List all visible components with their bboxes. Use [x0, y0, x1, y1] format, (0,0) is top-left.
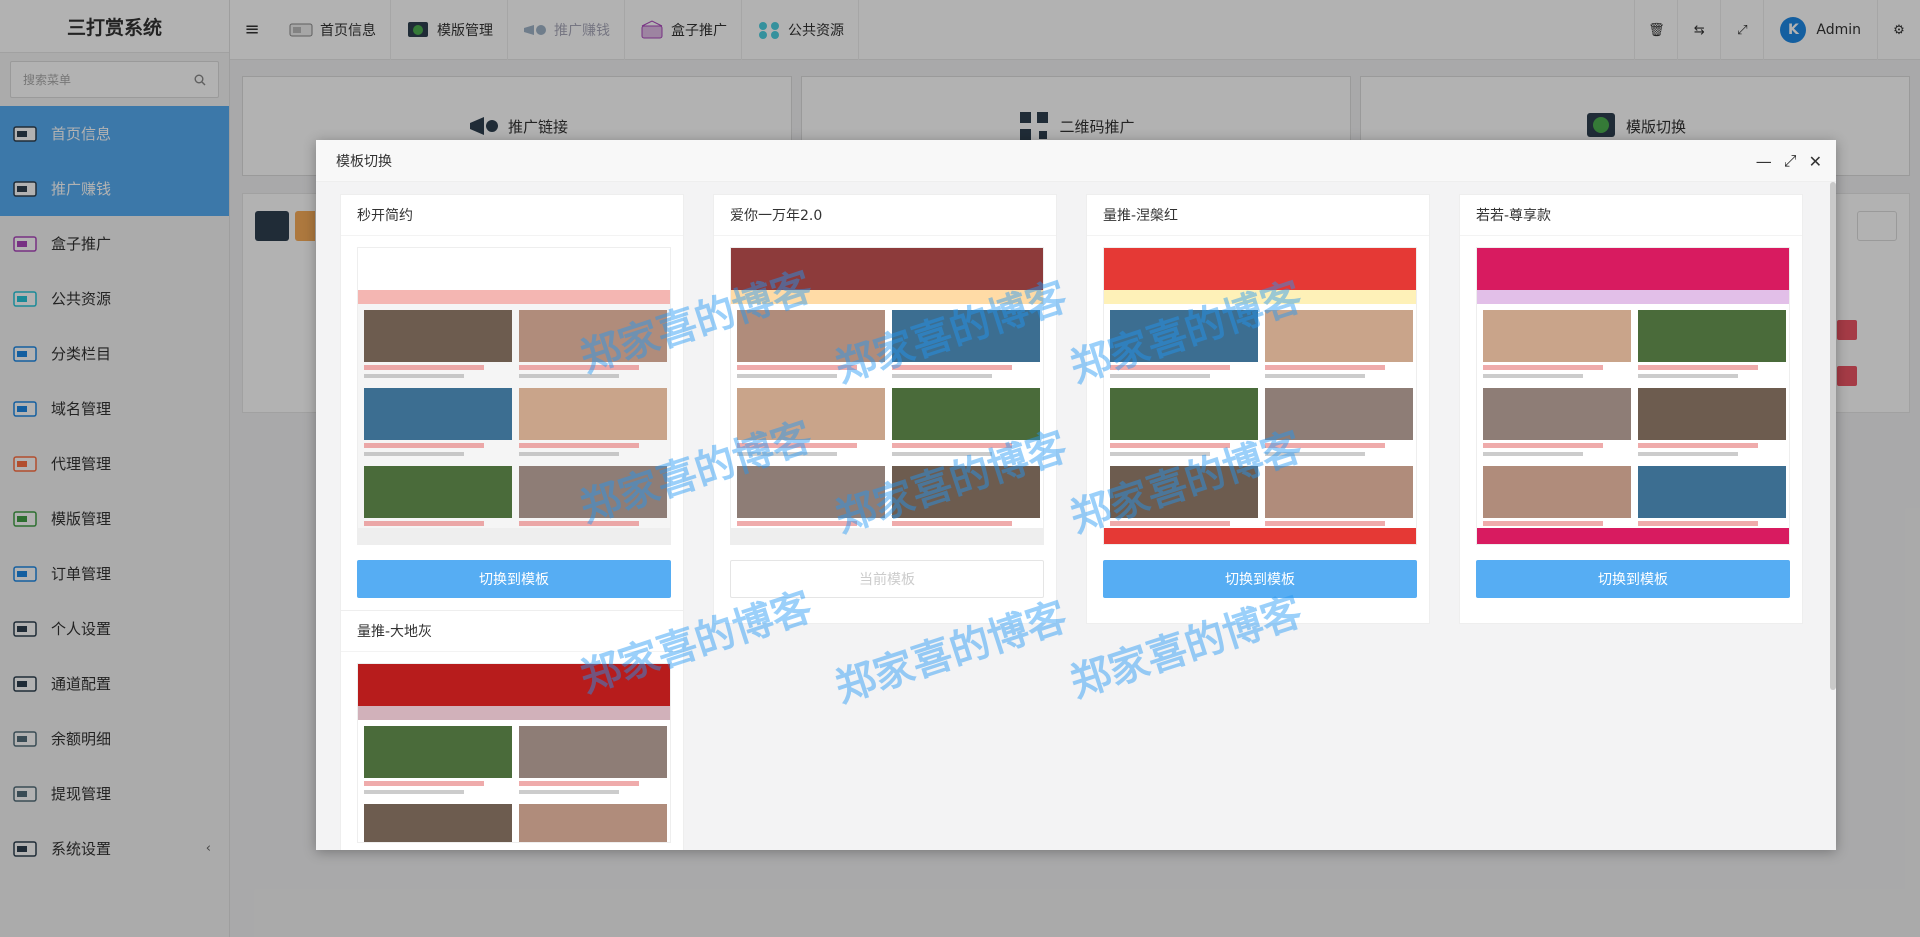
template-preview: [357, 663, 671, 843]
modal-title: 模板切换: [336, 153, 392, 170]
template-card: 若若-尊享款 切换到模板: [1459, 194, 1803, 624]
template-card: 量推-涅槃红 切换到模板: [1086, 194, 1430, 624]
template-card: 量推-大地灰: [340, 610, 684, 850]
template-switch-modal: 模板切换 — ⤢ ✕ 秒开简约 切换到模板 爱你一万年2.0 当前模板 量推-涅槃红 切换…: [316, 140, 1836, 850]
minimize-icon[interactable]: —: [1756, 152, 1772, 171]
switch-template-button[interactable]: 切换到模板: [357, 560, 671, 598]
scrollbar[interactable]: [1830, 182, 1836, 690]
template-card: 秒开简约 切换到模板: [340, 194, 684, 624]
close-icon[interactable]: ✕: [1809, 152, 1822, 171]
template-name: 量推-涅槃红: [1087, 195, 1429, 236]
template-name: 量推-大地灰: [341, 611, 683, 652]
template-name: 秒开简约: [341, 195, 683, 236]
template-preview: [1476, 247, 1790, 545]
switch-template-button[interactable]: 切换到模板: [1476, 560, 1790, 598]
template-preview: [1103, 247, 1417, 545]
template-name: 若若-尊享款: [1460, 195, 1802, 236]
modal-tools: — ⤢ ✕: [1756, 140, 1822, 182]
current-template-button[interactable]: 当前模板: [730, 560, 1044, 598]
template-preview: [730, 247, 1044, 545]
switch-template-button[interactable]: 切换到模板: [1103, 560, 1417, 598]
template-card: 爱你一万年2.0 当前模板: [713, 194, 1057, 624]
template-preview: [357, 247, 671, 545]
modal-body: 秒开简约 切换到模板 爱你一万年2.0 当前模板 量推-涅槃红 切换到模板 若若-尊享款 切换…: [316, 182, 1836, 850]
template-name: 爱你一万年2.0: [714, 195, 1056, 236]
maximize-icon[interactable]: ⤢: [1784, 151, 1797, 171]
modal-header: 模板切换 — ⤢ ✕: [316, 140, 1836, 182]
